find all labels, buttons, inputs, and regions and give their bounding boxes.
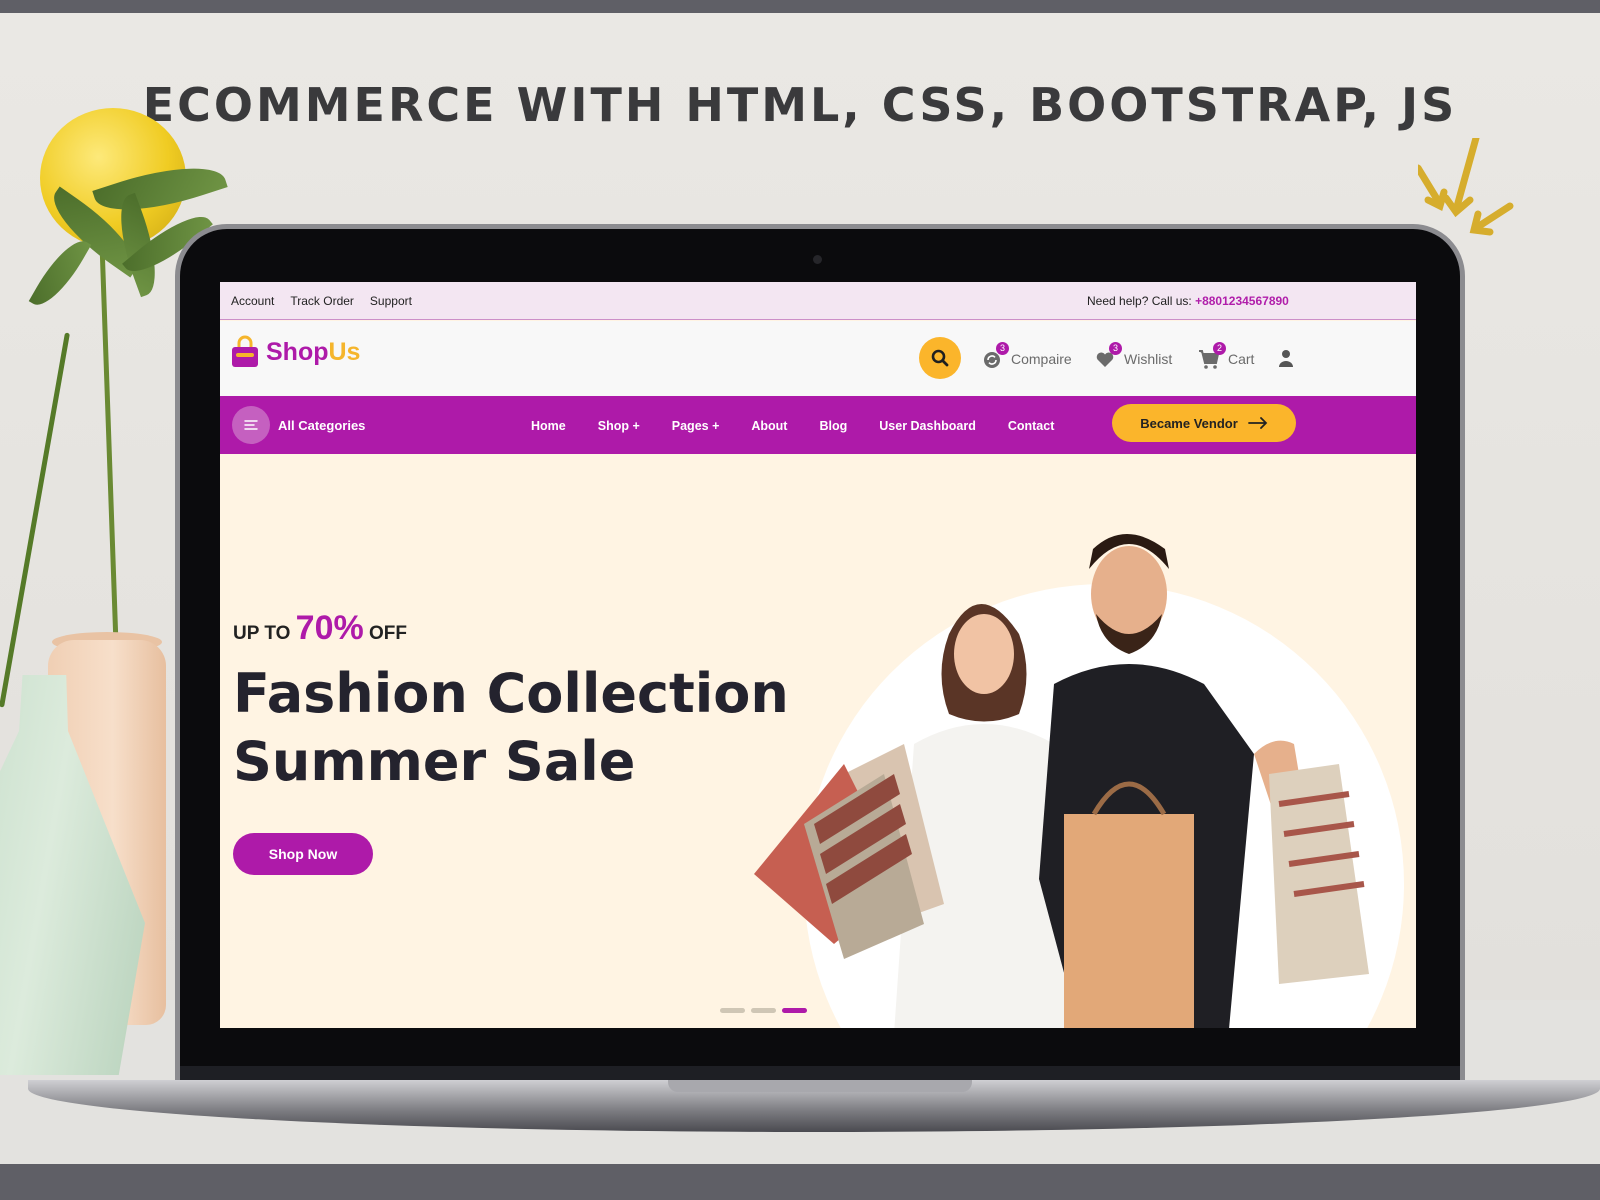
heart-icon: 3: [1094, 342, 1122, 370]
wishlist-count-badge: 3: [1109, 342, 1122, 355]
laptop-notch: [668, 1080, 972, 1092]
nav-links: Home Shop + Pages + About Blog User Dash…: [531, 419, 1054, 433]
slider-pagination: [720, 1008, 807, 1013]
compare-count-badge: 3: [996, 342, 1009, 355]
user-icon[interactable]: [1278, 349, 1294, 367]
hero-title-line-1: Fashion Collection: [233, 662, 789, 725]
nav-shop[interactable]: Shop +: [598, 419, 640, 433]
slider-dot-active[interactable]: [782, 1008, 807, 1013]
hero-banner: UP TO 70% OFF Fashion Collection Summer …: [220, 454, 1416, 1028]
promo-suffix: OFF: [369, 623, 407, 644]
frame-bottom-bar: [0, 1164, 1600, 1200]
arrow-right-icon: [1247, 417, 1268, 429]
become-vendor-button[interactable]: Became Vendor: [1112, 404, 1296, 442]
site-logo[interactable]: ShopUs: [230, 335, 360, 369]
cart-icon: 2: [1198, 342, 1226, 370]
topbar-links: Account Track Order Support: [231, 294, 412, 308]
search-icon: [931, 349, 949, 367]
logo-text-shop: Shop: [266, 337, 329, 366]
help-contact: Need help? Call us: +8801234567890: [1087, 294, 1289, 308]
search-button[interactable]: [919, 337, 961, 379]
website-screen: Account Track Order Support Need help? C…: [220, 282, 1416, 1028]
topbar-link-support[interactable]: Support: [370, 294, 412, 308]
topbar-link-account[interactable]: Account: [231, 294, 274, 308]
compare-label: Compaire: [1011, 351, 1072, 367]
logo-wordmark: ShopUs: [266, 338, 360, 367]
cart-count-badge: 2: [1213, 342, 1226, 355]
slider-dot[interactable]: [751, 1008, 776, 1013]
nav-about[interactable]: About: [751, 419, 787, 433]
nav-pages[interactable]: Pages +: [672, 419, 720, 433]
frame-top-bar: [0, 0, 1600, 13]
main-header: ShopUs 3 Compaire 3 Wishlist 2 Cart: [220, 321, 1416, 396]
nav-user-dashboard[interactable]: User Dashboard: [879, 419, 976, 433]
laptop-camera: [813, 255, 822, 264]
shop-now-button[interactable]: Shop Now: [233, 833, 373, 875]
all-categories-label[interactable]: All Categories: [278, 418, 365, 433]
categories-toggle[interactable]: [232, 406, 270, 444]
top-utility-bar: Account Track Order Support Need help? C…: [220, 282, 1416, 320]
promo-percent: 70%: [295, 609, 364, 647]
slider-dot[interactable]: [720, 1008, 745, 1013]
help-text: Need help? Call us:: [1087, 294, 1192, 308]
nav-contact[interactable]: Contact: [1008, 419, 1055, 433]
promo-prefix: UP TO: [233, 623, 291, 644]
nav-home[interactable]: Home: [531, 419, 566, 433]
help-phone-link[interactable]: +8801234567890: [1195, 294, 1289, 308]
menu-icon: [244, 420, 258, 430]
logo-text-us: Us: [328, 337, 361, 366]
compare-link[interactable]: 3 Compaire: [981, 342, 1072, 370]
showcase-headline: ECOMMERCE WITH HTML, CSS, BOOTSTRAP, JS: [142, 78, 1458, 132]
refresh-icon: 3: [981, 342, 1009, 370]
hero-title-line-2: Summer Sale: [233, 730, 636, 793]
wishlist-label: Wishlist: [1124, 351, 1173, 367]
main-navbar: All Categories Home Shop + Pages + About…: [220, 396, 1416, 454]
promo-text: UP TO 70% OFF: [233, 609, 407, 648]
shopping-bag-icon: [232, 335, 258, 367]
topbar-link-track-order[interactable]: Track Order: [290, 294, 354, 308]
become-vendor-label: Became Vendor: [1140, 415, 1238, 431]
hero-title: Fashion Collection Summer Sale: [233, 660, 789, 796]
hero-models-image: [754, 534, 1404, 1028]
cart-link[interactable]: 2 Cart: [1198, 342, 1255, 370]
nav-blog[interactable]: Blog: [819, 419, 847, 433]
cart-label: Cart: [1228, 351, 1255, 367]
wishlist-link[interactable]: 3 Wishlist: [1094, 342, 1173, 370]
